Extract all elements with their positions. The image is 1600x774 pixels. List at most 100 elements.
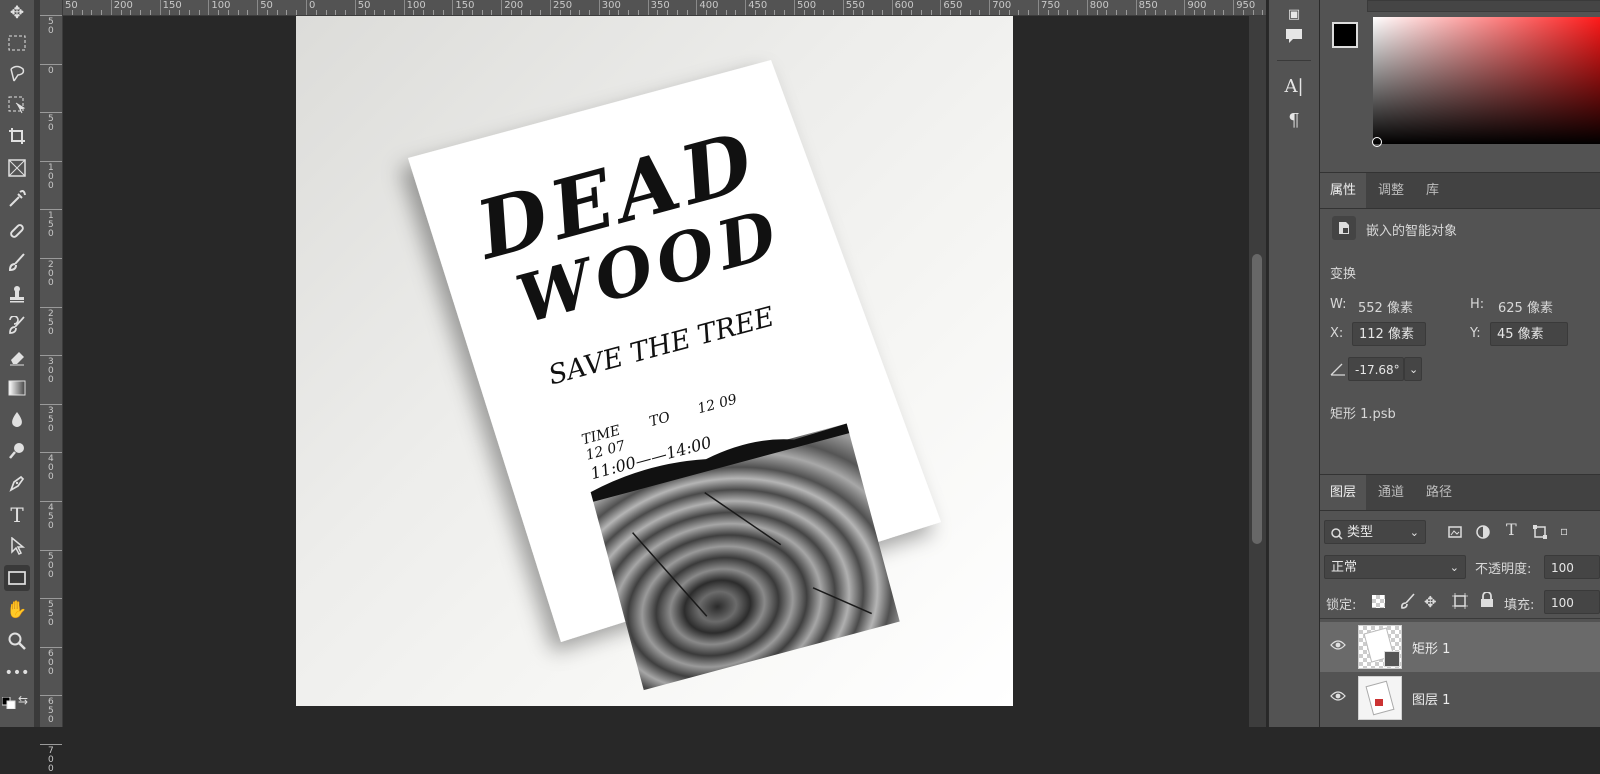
- object-select-icon[interactable]: [4, 92, 30, 118]
- ruler-tick: [794, 0, 795, 15]
- ruler-subtick: [1203, 10, 1205, 15]
- tab-adjustments[interactable]: 调整: [1368, 173, 1414, 208]
- filter-pixel-icon[interactable]: [1448, 524, 1462, 543]
- angle-input[interactable]: -17.68°: [1348, 357, 1404, 381]
- ruler-subtick: [1028, 10, 1030, 15]
- rectangle-icon[interactable]: [4, 565, 30, 591]
- fill-input[interactable]: 100: [1544, 590, 1600, 614]
- blur-icon[interactable]: [4, 407, 30, 433]
- history-brush-icon[interactable]: [4, 312, 30, 338]
- color-picker-cursor[interactable]: [1372, 137, 1382, 147]
- move-icon[interactable]: ✥: [4, 0, 30, 26]
- marquee-icon[interactable]: [4, 30, 30, 56]
- ruler-tick: [40, 598, 62, 600]
- ruler-subtick: [881, 10, 883, 15]
- ruler-subtick: [1096, 10, 1098, 15]
- filter-smart-object-icon[interactable]: ▫: [1560, 524, 1568, 538]
- ruler-subtick: [335, 10, 337, 15]
- character-icon[interactable]: A|: [1279, 72, 1309, 100]
- layer-name[interactable]: 图层 1: [1412, 689, 1450, 708]
- smart-object-filename: 矩形 1.psb: [1330, 407, 1396, 422]
- more-icon[interactable]: •••: [4, 660, 30, 686]
- healing-icon[interactable]: [4, 218, 30, 244]
- ruler-subtick: [364, 10, 366, 15]
- swap-colors-icon[interactable]: ⇆: [18, 693, 28, 707]
- default-colors-icon[interactable]: [1, 694, 16, 710]
- opacity-input[interactable]: 100: [1544, 555, 1600, 579]
- hand-icon[interactable]: ✋: [4, 597, 30, 623]
- filter-adjustment-icon[interactable]: [1476, 524, 1490, 543]
- tab-paths[interactable]: 路径: [1416, 475, 1462, 510]
- paragraph-icon[interactable]: ¶: [1279, 106, 1309, 134]
- stamp-icon[interactable]: [4, 281, 30, 307]
- y-input[interactable]: 45 像素: [1490, 322, 1568, 346]
- ruler-label: 100: [48, 162, 54, 191]
- filter-shape-icon[interactable]: [1533, 524, 1547, 543]
- lock-transparent-icon[interactable]: [1372, 595, 1385, 608]
- ruler-subtick: [969, 10, 971, 15]
- x-input[interactable]: 112 像素: [1352, 322, 1426, 346]
- ruler-label: 50: [48, 17, 54, 36]
- ruler-subtick: [998, 10, 1000, 15]
- filter-type-icon[interactable]: T: [1506, 520, 1517, 539]
- foreground-color-swatch[interactable]: [1332, 22, 1358, 48]
- gradient-icon[interactable]: [4, 375, 30, 401]
- ruler-subtick: [774, 10, 776, 15]
- ruler-subtick: [901, 10, 903, 15]
- eyedropper-icon[interactable]: [4, 186, 30, 212]
- zoom-icon[interactable]: [4, 628, 30, 654]
- eye-icon[interactable]: [1330, 639, 1346, 655]
- ruler-subtick: [813, 10, 815, 15]
- layer-row-rectangle1[interactable]: 矩形 1: [1320, 622, 1600, 672]
- eraser-icon[interactable]: [4, 344, 30, 370]
- path-select-icon[interactable]: [4, 533, 30, 559]
- comment-icon[interactable]: [1279, 22, 1309, 50]
- frame-icon[interactable]: [4, 155, 30, 181]
- crop-icon[interactable]: [4, 123, 30, 149]
- ruler-subtick: [1008, 10, 1010, 15]
- lasso-icon[interactable]: [4, 61, 30, 87]
- angle-dropdown[interactable]: ⌄: [1404, 357, 1422, 381]
- ruler-subtick: [608, 10, 610, 15]
- color-field[interactable]: [1373, 17, 1600, 144]
- tab-channels[interactable]: 通道: [1368, 475, 1414, 510]
- ruler-tick: [989, 0, 991, 15]
- dodge-icon[interactable]: [4, 438, 30, 464]
- layer-row-layer1[interactable]: 图层 1: [1320, 673, 1600, 723]
- vertical-scrollbar[interactable]: [1249, 16, 1266, 727]
- ruler-subtick: [247, 10, 249, 15]
- pen-icon[interactable]: [4, 470, 30, 496]
- lock-all-icon[interactable]: [1480, 591, 1494, 612]
- scrollbar-thumb[interactable]: [1252, 254, 1262, 544]
- eye-icon[interactable]: [1330, 690, 1346, 706]
- ruler-subtick: [950, 10, 952, 15]
- lock-position-icon[interactable]: ✥: [1424, 593, 1437, 611]
- ruler-tick: [40, 403, 62, 405]
- ruler-subtick: [862, 10, 864, 15]
- tab-layers[interactable]: 图层: [1320, 475, 1367, 510]
- tab-properties[interactable]: 属性: [1320, 173, 1367, 208]
- brush-icon[interactable]: [4, 249, 30, 275]
- ruler-subtick: [823, 10, 825, 15]
- ruler-subtick: [384, 10, 386, 15]
- ruler-subtick: [637, 10, 639, 15]
- type-icon[interactable]: T: [4, 502, 30, 528]
- ruler-subtick: [1067, 10, 1069, 15]
- layer-name[interactable]: 矩形 1: [1412, 638, 1450, 657]
- ruler-tick: [647, 0, 649, 15]
- lock-image-icon[interactable]: [1400, 593, 1416, 613]
- poster-artwork: DEAD WOOD SAVE THE TREE TIME TO 12 09 12…: [408, 60, 941, 691]
- ruler-label: 200: [48, 260, 54, 288]
- tab-libraries[interactable]: 库: [1416, 173, 1449, 208]
- ruler-tick: [40, 501, 62, 502]
- blend-mode-dropdown[interactable]: 正常 ⌄: [1324, 555, 1466, 579]
- ruler-subtick: [715, 10, 717, 15]
- vertical-ruler: 5005010015020025030035040045050055060065…: [40, 15, 63, 774]
- document-canvas[interactable]: DEAD WOOD SAVE THE TREE TIME TO 12 09 12…: [296, 16, 1013, 706]
- ruler-tick: [110, 0, 112, 15]
- ruler-subtick: [735, 10, 737, 15]
- lock-artboard-icon[interactable]: [1452, 593, 1468, 613]
- ruler-subtick: [1077, 10, 1079, 15]
- layer-thumbnail: [1358, 676, 1402, 720]
- ruler-label: 300: [48, 357, 54, 386]
